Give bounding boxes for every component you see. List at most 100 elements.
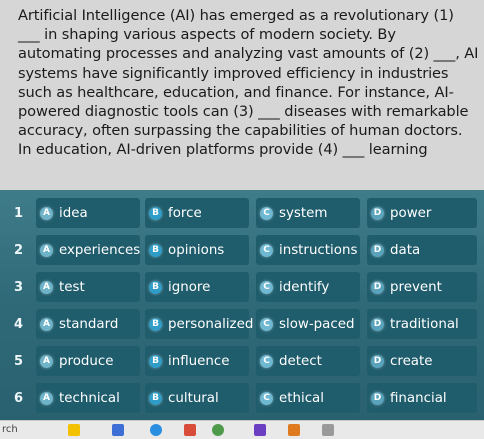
- passage-line: automating processes and analyzing vast …: [18, 45, 479, 63]
- option-letter-badge: C: [260, 206, 273, 220]
- taskbar: rch: [0, 420, 484, 439]
- option-text: data: [390, 242, 421, 258]
- option-text: system: [279, 205, 328, 221]
- option-3d[interactable]: Dprevent: [367, 272, 477, 302]
- option-1d[interactable]: Dpower: [367, 198, 477, 228]
- star-icon[interactable]: [68, 424, 80, 436]
- option-4a[interactable]: Astandard: [36, 309, 140, 339]
- option-text: cultural: [168, 390, 219, 406]
- passage-line: systems have significantly improved effi…: [18, 64, 449, 82]
- option-2d[interactable]: Ddata: [367, 235, 477, 265]
- question-number: 3: [14, 280, 24, 295]
- app-icon-3[interactable]: [212, 424, 224, 436]
- option-6d[interactable]: Dfinancial: [367, 383, 477, 413]
- answer-options-panel: 1 Aidea Bforce Csystem Dpower 2 Aexperie…: [0, 190, 484, 422]
- option-letter-badge: B: [149, 391, 162, 405]
- option-text: standard: [59, 316, 119, 332]
- question-row: 3 Atest Bignore Cidentify Dprevent: [0, 272, 484, 306]
- passage-line: accuracy, often surpassing the capabilit…: [18, 122, 463, 140]
- option-5a[interactable]: Aproduce: [36, 346, 140, 376]
- option-letter-badge: C: [260, 280, 273, 294]
- passage-line: powered diagnostic tools can (3) ___ dis…: [18, 103, 469, 121]
- option-text: personalized: [168, 316, 254, 332]
- option-text: force: [168, 205, 202, 221]
- option-letter-badge: C: [260, 354, 273, 368]
- option-text: ignore: [168, 279, 211, 295]
- option-letter-badge: B: [149, 280, 162, 294]
- option-text: idea: [59, 205, 88, 221]
- option-letter-badge: B: [149, 243, 162, 257]
- option-letter-badge: C: [260, 391, 273, 405]
- option-2a[interactable]: Aexperiences: [36, 235, 140, 265]
- app-icon-4[interactable]: [254, 424, 266, 436]
- option-letter-badge: A: [40, 317, 53, 331]
- option-2c[interactable]: Cinstructions: [256, 235, 360, 265]
- option-4c[interactable]: Cslow-paced: [256, 309, 360, 339]
- question-row: 2 Aexperiences Bopinions Cinstructions D…: [0, 235, 484, 269]
- passage-text: Artificial Intelligence (AI) has emerged…: [0, 0, 484, 192]
- question-number: 6: [14, 391, 24, 406]
- option-text: ethical: [279, 390, 324, 406]
- option-letter-badge: D: [371, 206, 384, 220]
- option-text: identify: [279, 279, 330, 295]
- option-6a[interactable]: Atechnical: [36, 383, 140, 413]
- option-letter-badge: B: [149, 354, 162, 368]
- option-text: slow-paced: [279, 316, 355, 332]
- option-letter-badge: A: [40, 280, 53, 294]
- option-6c[interactable]: Cethical: [256, 383, 360, 413]
- question-row: 4 Astandard Bpersonalized Cslow-paced Dt…: [0, 309, 484, 343]
- option-text: prevent: [390, 279, 442, 295]
- option-text: produce: [59, 353, 114, 369]
- option-3c[interactable]: Cidentify: [256, 272, 360, 302]
- option-text: opinions: [168, 242, 225, 258]
- option-text: create: [390, 353, 433, 369]
- option-letter-badge: D: [371, 354, 384, 368]
- option-6b[interactable]: Bcultural: [145, 383, 249, 413]
- question-row: 1 Aidea Bforce Csystem Dpower: [0, 198, 484, 232]
- option-letter-badge: B: [149, 206, 162, 220]
- option-5b[interactable]: Binfluence: [145, 346, 249, 376]
- option-5c[interactable]: Cdetect: [256, 346, 360, 376]
- option-text: traditional: [390, 316, 459, 332]
- option-3b[interactable]: Bignore: [145, 272, 249, 302]
- question-number: 1: [14, 206, 24, 221]
- question-number: 5: [14, 354, 24, 369]
- taskbar-search-text[interactable]: rch: [0, 421, 52, 439]
- option-text: test: [59, 279, 85, 295]
- option-4d[interactable]: Dtraditional: [367, 309, 477, 339]
- question-row: 5 Aproduce Binfluence Cdetect Dcreate: [0, 346, 484, 380]
- app-icon-1[interactable]: [112, 424, 124, 436]
- passage-line: ___ in shaping various aspects of modern…: [18, 26, 396, 44]
- question-number: 4: [14, 317, 24, 332]
- option-1c[interactable]: Csystem: [256, 198, 360, 228]
- question-row: 6 Atechnical Bcultural Cethical Dfinanci…: [0, 383, 484, 417]
- option-text: instructions: [279, 242, 358, 258]
- option-letter-badge: A: [40, 354, 53, 368]
- app-icon-6[interactable]: [322, 424, 334, 436]
- option-1b[interactable]: Bforce: [145, 198, 249, 228]
- option-text: financial: [390, 390, 447, 406]
- option-letter-badge: D: [371, 243, 384, 257]
- question-number: 2: [14, 243, 24, 258]
- option-letter-badge: D: [371, 280, 384, 294]
- passage-line: Artificial Intelligence (AI) has emerged…: [18, 7, 454, 24]
- option-letter-badge: A: [40, 391, 53, 405]
- browser-icon[interactable]: [150, 424, 162, 436]
- option-4b[interactable]: Bpersonalized: [145, 309, 253, 339]
- option-text: influence: [168, 353, 230, 369]
- option-letter-badge: D: [371, 317, 384, 331]
- option-letter-badge: C: [260, 317, 273, 331]
- option-letter-badge: D: [371, 391, 384, 405]
- option-5d[interactable]: Dcreate: [367, 346, 477, 376]
- option-letter-badge: A: [40, 243, 53, 257]
- option-2b[interactable]: Bopinions: [145, 235, 249, 265]
- passage-line: In education, AI-driven platforms provid…: [18, 141, 428, 159]
- passage-line: such as healthcare, education, and finan…: [18, 83, 454, 101]
- option-3a[interactable]: Atest: [36, 272, 140, 302]
- option-text: power: [390, 205, 432, 221]
- option-letter-badge: B: [149, 317, 162, 331]
- app-icon-2[interactable]: [184, 424, 196, 436]
- app-icon-5[interactable]: [288, 424, 300, 436]
- option-1a[interactable]: Aidea: [36, 198, 140, 228]
- option-text: technical: [59, 390, 120, 406]
